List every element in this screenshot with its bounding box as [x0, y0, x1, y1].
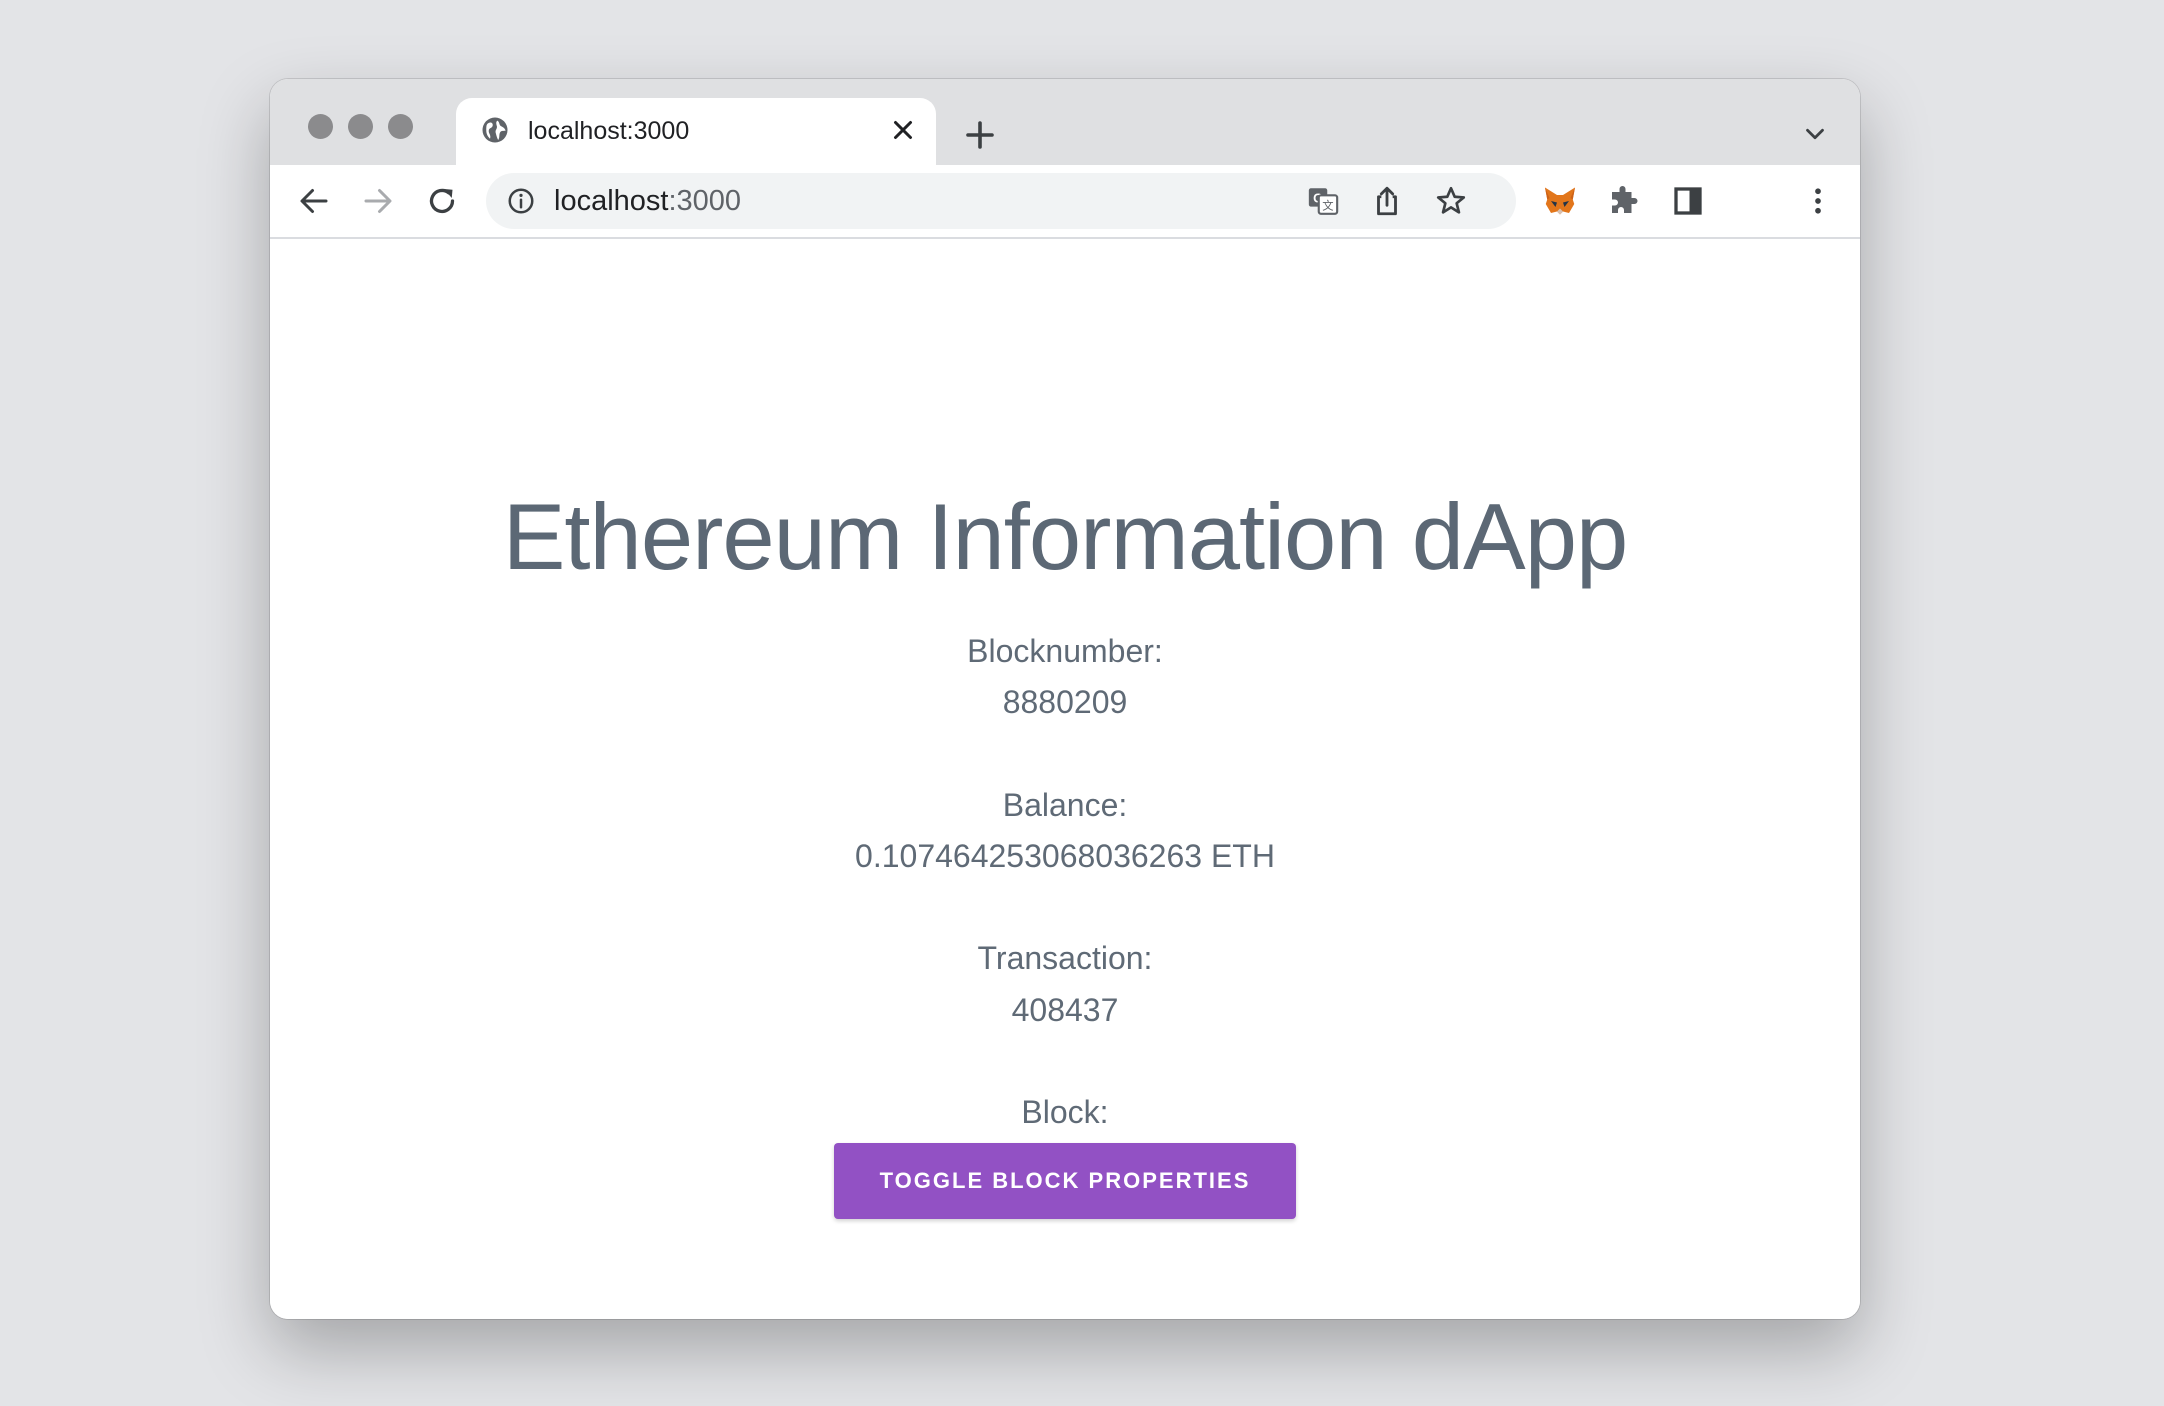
browser-tab[interactable]: localhost:3000 — [456, 98, 936, 165]
share-icon[interactable] — [1370, 184, 1404, 218]
side-panel-icon[interactable] — [1670, 183, 1706, 219]
address-url: localhost:3000 — [554, 186, 741, 216]
minimize-window-dot[interactable] — [348, 114, 373, 139]
globe-icon — [482, 117, 508, 143]
info-icon[interactable] — [506, 186, 536, 216]
tab-title: localhost:3000 — [528, 117, 690, 145]
page-content: Ethereum Information dApp Blocknumber: 8… — [270, 239, 1860, 1319]
translate-icon[interactable]: G 文 — [1306, 184, 1340, 218]
blocknumber-value: 8880209 — [1002, 684, 1128, 720]
transaction-value: 408437 — [1011, 992, 1119, 1028]
metamask-fox-icon[interactable] — [1542, 183, 1578, 219]
more-menu-icon[interactable] — [1800, 183, 1836, 219]
forward-arrow-icon[interactable] — [360, 183, 396, 219]
browser-toolbar: localhost:3000 G 文 — [270, 165, 1860, 239]
block-label: Block: — [1021, 1094, 1109, 1130]
back-arrow-icon[interactable] — [296, 183, 332, 219]
address-bar[interactable]: localhost:3000 G 文 — [486, 173, 1516, 229]
page-title: Ethereum Information dApp — [502, 484, 1629, 589]
transaction-label: Transaction: — [977, 940, 1153, 976]
tab-strip: localhost:3000 — [270, 79, 1860, 165]
blocknumber-label: Blocknumber: — [967, 633, 1163, 669]
url-host: localhost — [554, 185, 669, 217]
chevron-down-icon[interactable] — [1800, 119, 1830, 149]
puzzle-extensions-icon[interactable] — [1606, 183, 1642, 219]
url-port: :3000 — [668, 185, 742, 217]
bookmark-star-icon[interactable] — [1434, 184, 1468, 218]
balance-value: 0.107464253068036263 ETH — [855, 838, 1275, 874]
maximize-window-dot[interactable] — [388, 114, 413, 139]
svg-text:文: 文 — [1322, 199, 1333, 213]
plus-icon[interactable] — [962, 117, 998, 153]
close-window-dot[interactable] — [308, 114, 333, 139]
browser-window: localhost:3000 localhost:3000 文 Ethereum… — [270, 79, 1860, 1319]
toggle-block-properties-button[interactable]: TOGGLE BLOCK PROPERTIES — [834, 1143, 1296, 1219]
close-icon[interactable] — [888, 115, 918, 145]
reload-icon[interactable] — [424, 183, 460, 219]
balance-label: Balance: — [1002, 787, 1128, 823]
